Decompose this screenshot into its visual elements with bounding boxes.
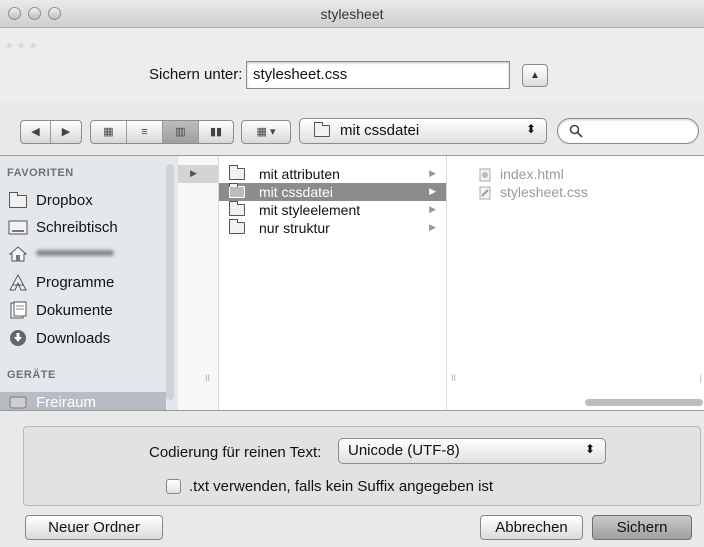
encoding-label: Codierung für reinen Text: [149, 444, 322, 461]
applications-icon [9, 273, 27, 291]
nav-back-forward: ◀ ▶ [20, 120, 82, 144]
folders-column: mit attributen ▶ mit cssdatei ▶ mit styl… [205, 156, 447, 410]
folder-icon [314, 122, 330, 137]
window-title: stylesheet [320, 6, 384, 22]
search-field[interactable] [557, 118, 699, 144]
view-mode-segmented: ▦ ≡ ▥ ▮▮ [90, 120, 234, 144]
column-resize-handle[interactable]: II [451, 373, 456, 383]
expand-dialog-button[interactable]: ▲ [522, 64, 548, 87]
encoding-value: Unicode (UTF-8) [348, 442, 460, 459]
forward-button[interactable]: ▶ [51, 121, 81, 143]
list-item-label: mit attributen [259, 166, 340, 182]
sidebar-item-home[interactable] [8, 242, 168, 268]
sidebar-item-programme[interactable]: Programme [8, 270, 168, 296]
view-icons-button[interactable]: ▦ [91, 121, 127, 143]
desktop-icon [8, 220, 28, 235]
folder-icon [229, 201, 245, 216]
list-item[interactable]: nur struktur ▶ [219, 219, 446, 237]
column-view-icon: ▥ [175, 126, 186, 138]
cancel-button[interactable]: Abbrechen [480, 515, 583, 540]
sidebar-item-label: Dropbox [36, 192, 93, 209]
disclosure-arrow-icon: ▶ [429, 186, 436, 196]
sidebar-item-dokumente[interactable]: Dokumente [8, 298, 168, 324]
background-blur: ▪ ▪ ▪ [6, 40, 37, 51]
chevron-up-icon: ▲ [530, 70, 540, 81]
sidebar: FAVORITEN Dropbox Schreibtisch Programme… [0, 156, 178, 410]
forward-arrow-icon: ▶ [61, 126, 71, 138]
arrange-button[interactable]: ▦ ▾ [241, 120, 291, 144]
sidebar-item-freiraum[interactable]: Freiraum [0, 392, 166, 410]
list-item-label: nur struktur [259, 220, 330, 236]
disclosure-arrow-icon: ▶ [429, 204, 436, 214]
column-resize-handle[interactable]: II [205, 373, 210, 383]
txt-suffix-checkbox[interactable] [166, 479, 181, 494]
view-coverflow-button[interactable]: ▮▮ [199, 121, 233, 143]
list-item[interactable]: mit attributen ▶ [219, 165, 446, 183]
documents-icon [10, 301, 27, 319]
sidebar-item-label: Programme [36, 274, 115, 291]
folder-icon [229, 165, 245, 180]
disclosure-arrow-icon: ▶ [429, 168, 436, 178]
folder-icon [8, 191, 28, 209]
disk-icon [9, 396, 27, 409]
view-columns-button[interactable]: ▥ [163, 121, 199, 143]
column-resize-handle[interactable]: | [700, 373, 702, 383]
save-button[interactable]: Sichern [592, 515, 692, 540]
list-item-label: stylesheet.css [500, 184, 588, 200]
disclosure-arrow-icon: ▶ [190, 168, 197, 178]
folder-icon [229, 219, 245, 234]
sidebar-scrollbar[interactable] [166, 164, 174, 400]
save-as-label: Sichern unter: [149, 66, 243, 83]
sidebar-section-favorites: FAVORITEN [7, 167, 74, 179]
sidebar-item-schreibtisch[interactable]: Schreibtisch [8, 215, 168, 241]
encoding-select[interactable]: Unicode (UTF-8) ⬍ [338, 438, 606, 464]
html-file-icon [479, 168, 491, 182]
view-list-button[interactable]: ≡ [127, 121, 163, 143]
disclosure-arrow-icon: ▶ [429, 222, 436, 232]
sidebar-item-label: Schreibtisch [36, 219, 118, 236]
back-button[interactable]: ◀ [21, 121, 51, 143]
list-item-label: mit styleelement [259, 202, 361, 218]
sidebar-item-dropbox[interactable]: Dropbox [8, 188, 168, 214]
list-view-icon: ≡ [141, 126, 148, 138]
folder-icon [229, 183, 245, 198]
title-bar: stylesheet [0, 0, 704, 28]
search-icon [569, 124, 583, 138]
txt-suffix-label: .txt verwenden, falls kein Suffix angege… [189, 478, 494, 495]
filename-input[interactable]: stylesheet.css [246, 61, 510, 89]
files-column: index.html stylesheet.css II | [447, 156, 704, 410]
downloads-icon [10, 330, 26, 346]
up-down-arrows-icon: ⬍ [525, 122, 536, 136]
sidebar-section-devices: GERÄTE [7, 369, 56, 381]
sidebar-item-label: Freiraum [36, 394, 97, 410]
accessory-panel: Codierung für reinen Text: Unicode (UTF-… [23, 426, 701, 506]
home-icon [8, 246, 28, 262]
list-item-label: index.html [500, 166, 564, 182]
parent-column: ▶ [178, 156, 219, 410]
sidebar-item-label: Dokumente [36, 302, 113, 319]
file-browser: FAVORITEN Dropbox Schreibtisch Programme… [0, 155, 704, 411]
list-item-label: mit cssdatei [259, 184, 333, 200]
back-arrow-icon: ◀ [31, 126, 40, 138]
path-popup-label: mit cssdatei [340, 122, 420, 139]
icon-view-icon: ▦ [103, 126, 114, 138]
coverflow-view-icon: ▮▮ [209, 126, 223, 138]
list-item[interactable]: mit styleelement ▶ [219, 201, 446, 219]
horizontal-scrollbar[interactable] [585, 399, 703, 406]
sidebar-item-downloads[interactable]: Downloads [8, 326, 168, 352]
list-item[interactable]: ▶ [178, 165, 218, 183]
save-dialog: stylesheet ▪ ▪ ▪ Sichern unter: styleshe… [0, 0, 704, 547]
redacted-username [36, 250, 114, 256]
list-item: index.html [447, 165, 704, 183]
css-file-icon [479, 186, 491, 200]
path-popup[interactable]: mit cssdatei ⬍ [299, 118, 547, 144]
list-item-selected[interactable]: mit cssdatei ▶ [219, 183, 446, 201]
new-folder-button[interactable]: Neuer Ordner [25, 515, 163, 540]
arrange-icon: ▦ ▾ [256, 126, 276, 138]
up-down-arrows-icon: ⬍ [584, 442, 595, 456]
list-item: stylesheet.css [447, 183, 704, 201]
sidebar-item-label: Downloads [36, 330, 111, 347]
